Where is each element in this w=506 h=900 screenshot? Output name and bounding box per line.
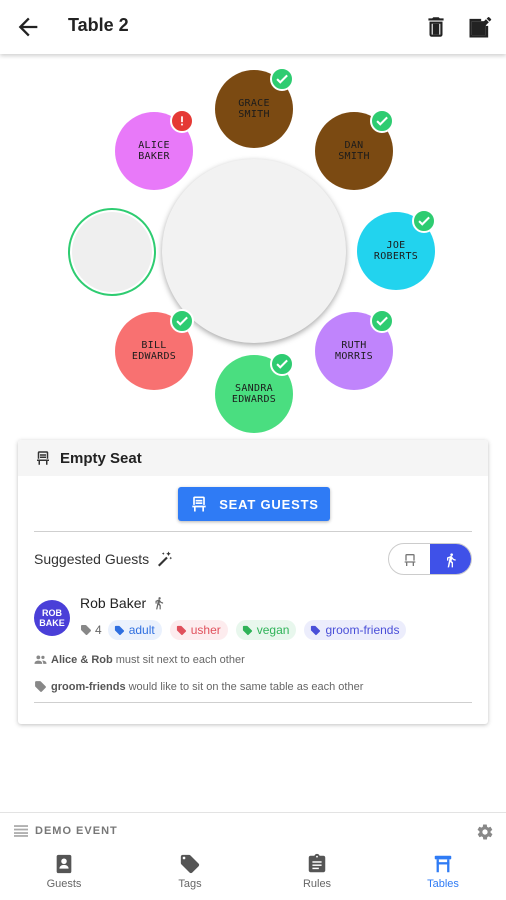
- nav-rules[interactable]: Rules: [272, 853, 362, 897]
- tag-label: adult: [128, 623, 155, 637]
- seat-label: GRACE SMITH: [238, 98, 270, 120]
- tag-chip-adult[interactable]: adult: [107, 620, 162, 640]
- check-icon: [270, 352, 294, 376]
- suggestion-mode-toggle[interactable]: [388, 543, 472, 575]
- seat-label: DAN SMITH: [338, 140, 370, 162]
- nav-label: Tables: [427, 878, 459, 890]
- guest-name: Rob Baker: [80, 595, 147, 611]
- nav-label: Tags: [178, 878, 202, 890]
- error-icon: [170, 109, 194, 133]
- seat-ruth-morris[interactable]: RUTH MORRIS: [315, 309, 394, 390]
- tags-icon: [180, 854, 200, 874]
- seat-empty-selected[interactable]: [68, 208, 156, 296]
- event-name: DEMO EVENT: [35, 825, 118, 837]
- nav-tables[interactable]: Tables: [398, 853, 488, 897]
- page-title: Table 2: [68, 15, 129, 35]
- seat-label: SANDRA EDWARDS: [231, 383, 277, 405]
- table-layout: GRACE SMITH DAN SMITH JOE ROBERTS RUTH M…: [0, 54, 506, 434]
- tag-icon: [81, 625, 91, 635]
- nav-label: Rules: [302, 878, 332, 890]
- check-icon: [370, 109, 394, 133]
- seat-sandra-edwards[interactable]: SANDRA EDWARDS: [215, 352, 294, 433]
- tag-icon: [311, 625, 321, 635]
- seat-guests-label: SEAT GUESTS: [219, 496, 319, 512]
- card-title: Empty Seat: [60, 449, 142, 467]
- app-bar: Table 2: [0, 0, 506, 54]
- chair-icon: [192, 496, 206, 512]
- chair-icon: [404, 554, 415, 566]
- tables-icon: [434, 855, 452, 873]
- edit-icon[interactable]: [466, 13, 494, 41]
- tag-label: groom-friends: [325, 623, 400, 637]
- rule-text: must sit next to each other: [115, 653, 245, 666]
- guest-name-row[interactable]: Rob Baker: [80, 595, 166, 611]
- seat-label: RUTH MORRIS: [335, 340, 373, 362]
- rule-item: groom-friends would like to sit on the s…: [34, 680, 363, 693]
- list-icon: [14, 825, 28, 837]
- check-icon: [270, 67, 294, 91]
- tag-icon: [114, 625, 124, 635]
- tag-icon: [35, 681, 46, 692]
- chair-icon: [37, 451, 49, 465]
- nav-label: Guests: [46, 878, 82, 890]
- tag-icon: [176, 625, 186, 635]
- check-icon: [370, 309, 394, 333]
- avatar-initials: ROB BAKE: [39, 608, 65, 628]
- seat-label: ALICE BAKER: [138, 140, 170, 162]
- bottom-bar: DEMO EVENT Guests Tags Rules Tables: [0, 812, 506, 900]
- rule-item: Alice & Rob must sit next to each other: [34, 653, 245, 666]
- seat-label: BILL EDWARDS: [131, 340, 177, 362]
- seat-dan-smith[interactable]: DAN SMITH: [315, 109, 394, 190]
- nav-guests[interactable]: Guests: [19, 853, 109, 897]
- check-icon: [170, 309, 194, 333]
- delete-icon[interactable]: [423, 13, 449, 41]
- back-arrow-icon[interactable]: [14, 13, 42, 41]
- check-icon: [412, 209, 436, 233]
- seat-grace-smith[interactable]: GRACE SMITH: [215, 67, 294, 148]
- walking-person-icon: [446, 553, 456, 568]
- tag-label: vegan: [256, 623, 290, 637]
- seat-joe-roberts[interactable]: JOE ROBERTS: [357, 209, 436, 290]
- suggested-guests-label: Suggested Guests: [34, 551, 150, 567]
- guest-tags-row: 4 adult usher vegan groom-friends: [80, 620, 414, 640]
- seat-label: JOE ROBERTS: [373, 240, 419, 262]
- people-icon: [34, 655, 47, 664]
- tag-count-value: 4: [95, 623, 102, 637]
- divider: [34, 531, 472, 532]
- tag-chip-usher[interactable]: usher: [169, 620, 228, 640]
- rule-text: would like to sit on the same table as e…: [128, 680, 364, 693]
- seat-details-card: Empty Seat SEAT GUESTS Suggested Guests: [18, 440, 488, 724]
- tag-count: 4: [80, 623, 102, 637]
- rule-subject: Alice & Rob: [51, 653, 113, 666]
- tag-label: usher: [190, 623, 221, 637]
- divider: [34, 702, 472, 703]
- tag-icon: [242, 625, 252, 635]
- seat-bill-edwards[interactable]: BILL EDWARDS: [115, 309, 194, 390]
- toggle-seated-option[interactable]: [389, 544, 430, 574]
- toggle-standing-option[interactable]: [430, 544, 471, 574]
- seat-guests-button[interactable]: SEAT GUESTS: [178, 487, 330, 521]
- tag-chip-groom-friends[interactable]: groom-friends: [304, 620, 407, 640]
- suggested-guests-heading: Suggested Guests: [34, 550, 173, 568]
- card-header: Empty Seat: [18, 440, 488, 476]
- walking-person-icon: [155, 597, 164, 610]
- seat-alice-baker[interactable]: ALICE BAKER: [115, 109, 194, 190]
- avatar: ROB BAKE: [34, 600, 70, 636]
- event-selector[interactable]: DEMO EVENT: [14, 825, 118, 837]
- magic-wand-icon: [158, 551, 173, 567]
- rules-icon: [308, 853, 326, 873]
- guests-icon: [56, 854, 72, 874]
- gear-icon[interactable]: [476, 823, 494, 841]
- nav-tags[interactable]: Tags: [145, 853, 235, 897]
- tag-chip-vegan[interactable]: vegan: [235, 620, 297, 640]
- rule-subject: groom-friends: [51, 680, 126, 693]
